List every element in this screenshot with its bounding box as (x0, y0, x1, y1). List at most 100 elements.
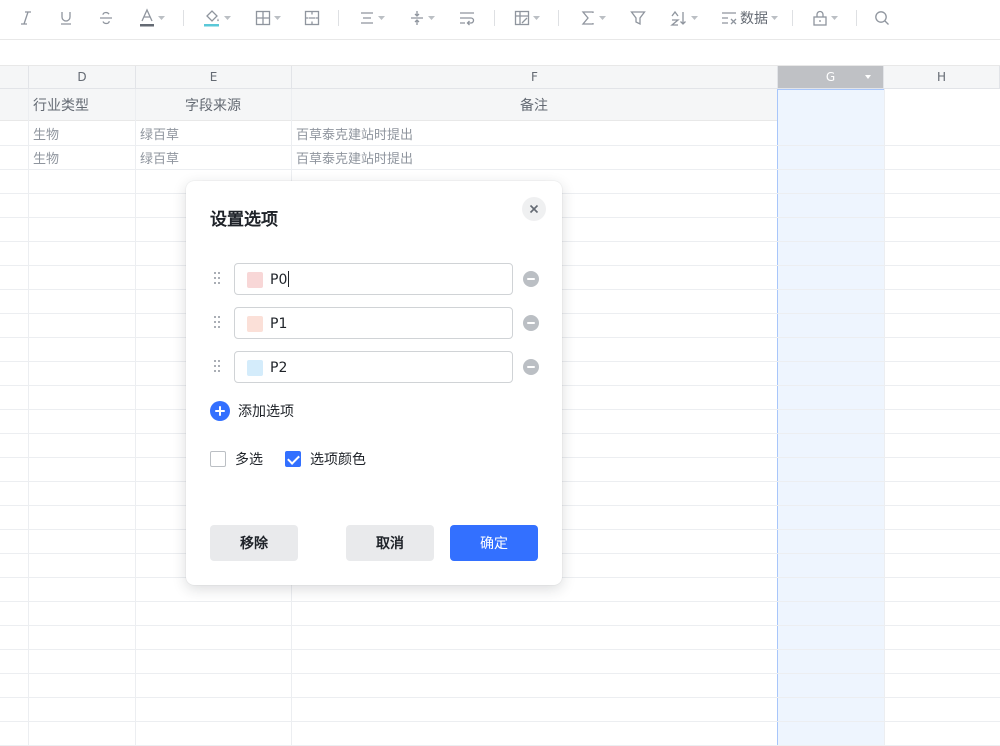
chevron-down-icon (691, 15, 698, 20)
chevron-down-icon (158, 15, 165, 20)
option-color-label: 选项颜色 (310, 452, 366, 468)
grid-line (0, 601, 1000, 602)
option-input[interactable]: P1 (234, 307, 513, 339)
header-cell-remarks[interactable]: 备注 (520, 89, 548, 121)
multi-select-label: 多选 (235, 452, 263, 468)
fill-color-icon (204, 10, 219, 27)
toolbar-divider (558, 10, 559, 26)
underline-button[interactable] (58, 6, 74, 30)
underline-icon (61, 12, 71, 25)
grid-line (884, 89, 885, 746)
dialog-title: 设置选项 (210, 210, 278, 230)
option-color-checkbox[interactable]: 选项颜色 (285, 451, 366, 468)
wrap-text-button[interactable] (458, 6, 476, 30)
grid-line (135, 89, 136, 746)
data-label: 数据 (740, 11, 768, 27)
option-color-swatch[interactable] (247, 272, 263, 288)
row-header-corner[interactable] (0, 66, 29, 89)
drag-handle-icon[interactable] (214, 360, 222, 374)
sum-button[interactable] (580, 6, 606, 30)
table-cell[interactable]: 生物 (33, 121, 59, 145)
plus-icon (210, 401, 230, 421)
option-label: P0 (270, 272, 288, 288)
conditional-format-icon (514, 10, 530, 26)
header-cell-field-source[interactable]: 字段来源 (185, 89, 241, 121)
sort-icon (670, 10, 686, 26)
data-icon (722, 12, 737, 25)
fill-color-button[interactable] (203, 6, 231, 30)
remove-option-icon[interactable] (523, 315, 539, 331)
merge-cells-button[interactable] (304, 6, 320, 30)
table-cell[interactable]: 生物 (33, 145, 59, 169)
remove-option-icon[interactable] (523, 359, 539, 375)
close-button[interactable] (522, 197, 546, 221)
strikethrough-button[interactable] (98, 6, 114, 30)
chevron-down-icon (533, 15, 540, 20)
wrap-text-icon (460, 12, 475, 26)
chevron-down-icon (599, 15, 606, 20)
borders-button[interactable] (255, 6, 281, 30)
search-button[interactable] (874, 6, 890, 30)
conditional-format-button[interactable] (514, 6, 540, 30)
toolbar-divider (792, 10, 793, 26)
grid-line (0, 649, 1000, 650)
set-options-dialog: 设置选项 P0 P1 P2 添加选项 多选 选项颜色 移除 取消 确定 (186, 181, 562, 585)
lock-button[interactable] (812, 6, 838, 30)
cancel-button[interactable]: 取消 (346, 525, 434, 561)
strikethrough-icon (100, 11, 112, 25)
add-option-button[interactable]: 添加选项 (210, 401, 294, 421)
italic-button[interactable] (18, 6, 34, 30)
option-label: P1 (270, 316, 288, 332)
drag-handle-icon[interactable] (214, 272, 222, 286)
horizontal-align-icon (361, 12, 373, 24)
add-option-label: 添加选项 (238, 404, 294, 420)
filter-icon (630, 11, 646, 26)
option-input[interactable]: P2 (234, 351, 513, 383)
table-cell[interactable]: 百草泰克建站时提出 (296, 121, 413, 145)
column-header-h[interactable]: H (884, 66, 1000, 89)
merge-cells-icon (304, 10, 320, 26)
remove-option-icon[interactable] (523, 271, 539, 287)
table-cell[interactable]: 百草泰克建站时提出 (296, 145, 413, 169)
text-cursor (288, 271, 290, 287)
header-cell-industry-type[interactable]: 行业类型 (33, 89, 89, 121)
table-cell[interactable]: 绿百草 (140, 145, 179, 169)
selected-column-highlight (777, 89, 885, 746)
option-row: P1 (210, 307, 546, 339)
sum-icon (581, 11, 594, 25)
formula-bar[interactable] (0, 40, 1000, 66)
option-input[interactable]: P0 (234, 263, 513, 295)
filter-button[interactable] (630, 6, 646, 30)
chevron-down-icon (274, 15, 281, 20)
sort-button[interactable] (670, 6, 698, 30)
checkbox-checked[interactable] (285, 451, 301, 467)
option-color-swatch[interactable] (247, 360, 263, 376)
font-color-button[interactable] (139, 6, 165, 30)
column-header-g[interactable]: G (778, 66, 884, 89)
option-color-swatch[interactable] (247, 316, 263, 332)
checkbox-unchecked[interactable] (210, 451, 226, 467)
horizontal-align-button[interactable] (359, 6, 385, 30)
toolbar-divider (494, 10, 495, 26)
grid-line (0, 625, 1000, 626)
option-label: P2 (270, 360, 288, 376)
borders-icon (255, 10, 271, 26)
column-header-e[interactable]: E (136, 66, 292, 89)
toolbar-divider (183, 10, 184, 26)
vertical-align-button[interactable] (409, 6, 435, 30)
data-button[interactable]: 数据 (720, 6, 778, 30)
table-cell[interactable]: 绿百草 (140, 121, 179, 145)
search-icon (875, 11, 889, 25)
column-header-d[interactable]: D (29, 66, 136, 89)
remove-button[interactable]: 移除 (210, 525, 298, 561)
grid-line (0, 673, 1000, 674)
font-color-icon (140, 8, 154, 27)
chevron-down-icon (831, 15, 838, 20)
grid-line (28, 89, 29, 746)
drag-handle-icon[interactable] (214, 316, 222, 330)
column-menu-icon[interactable] (865, 75, 871, 79)
column-header-f[interactable]: F (292, 66, 778, 89)
confirm-button[interactable]: 确定 (450, 525, 538, 561)
vertical-align-icon (411, 11, 423, 25)
multi-select-checkbox[interactable]: 多选 (210, 451, 263, 468)
